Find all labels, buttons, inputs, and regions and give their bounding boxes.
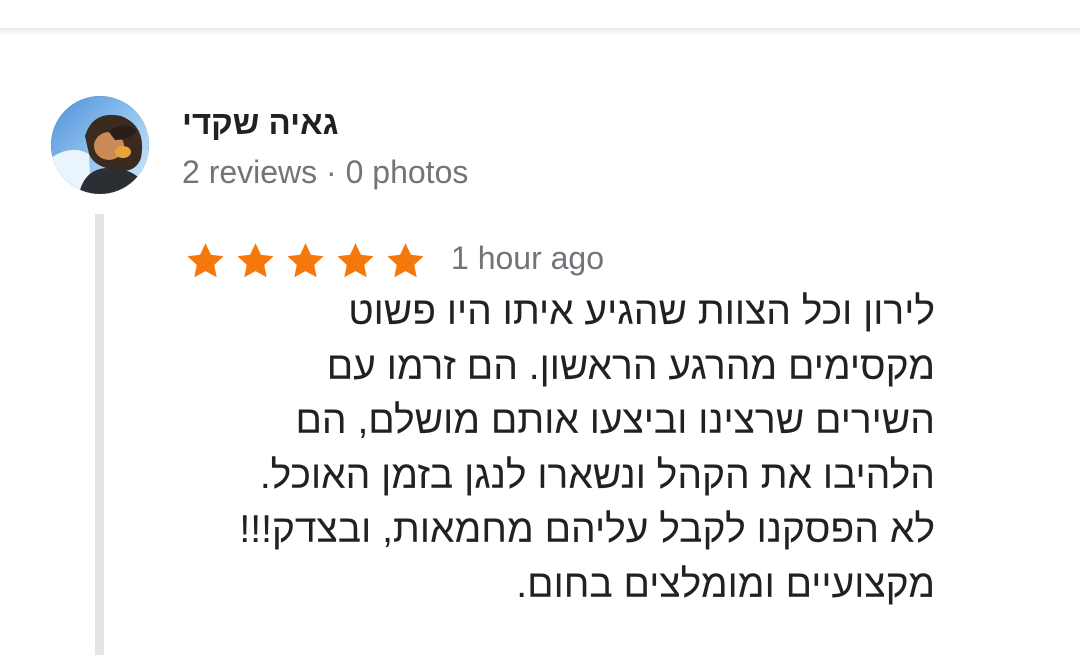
top-bar — [0, 0, 1080, 28]
star-icon — [237, 243, 274, 278]
star-icon — [287, 243, 324, 278]
profile-photo-icon — [51, 96, 149, 194]
review-text-line: הלהיבו את הקהל ונשארו לנגן בזמן האוכל. — [259, 453, 935, 497]
review-text-line: השירים שרצינו וביצעו אותם מושלם, הם — [295, 399, 935, 442]
thread-line — [95, 214, 104, 655]
star-rating — [184, 240, 427, 282]
top-bar-shadow — [0, 28, 1080, 36]
star-icon — [187, 243, 224, 278]
star-icon — [337, 243, 374, 278]
review-text-line: מקצועיים ומומלצים בחום. — [516, 562, 935, 606]
reviewer-stats: 2 reviews · 0 photos — [182, 154, 469, 190]
review-text: לירון וכל הצוות שהגיע איתו היו פשוט מקסי… — [150, 285, 935, 612]
star-icon — [387, 243, 424, 278]
review-text-line: לא הפסקנו לקבל עליהם מחמאות, ובצדק!!! — [239, 508, 935, 551]
review-text-line: מקסימים מהרגע הראשון. הם זרמו עם — [326, 344, 935, 388]
review-screen: גאיה שקדי 2 reviews · 0 photos 1 hour ag… — [0, 0, 1080, 655]
avatar[interactable] — [51, 96, 149, 194]
review-text-line: לירון וכל הצוות שהגיע איתו היו פשוט — [348, 290, 935, 333]
reviewer-name[interactable]: גאיה שקדי — [182, 103, 362, 143]
review-time: 1 hour ago — [451, 240, 605, 276]
